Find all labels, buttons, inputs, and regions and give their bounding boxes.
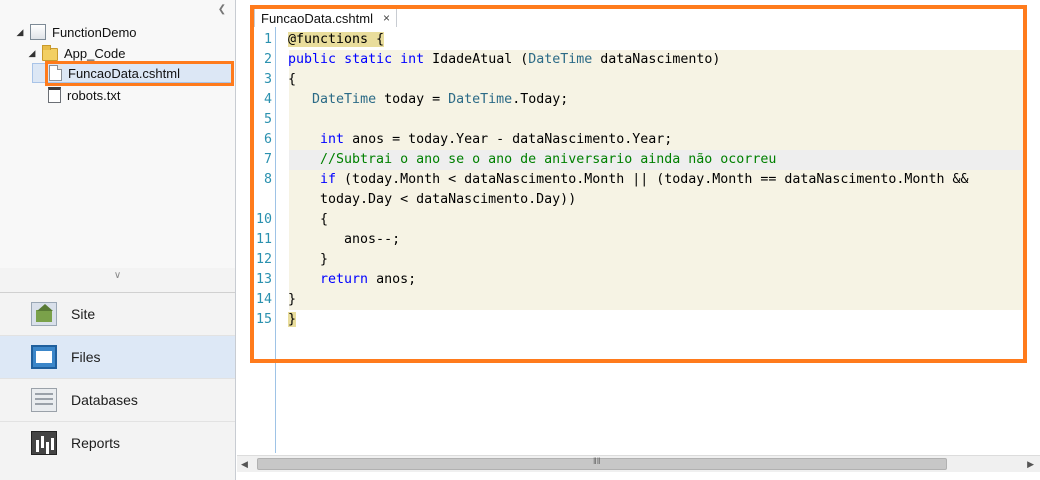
files-icon: [31, 345, 57, 369]
nav-label-reports: Reports: [71, 435, 121, 451]
tree-item-folder[interactable]: ◢ App_Code: [26, 43, 125, 63]
horizontal-scrollbar[interactable]: ◀ ‖‖ ▶: [237, 455, 1040, 472]
expanded-arrow-icon[interactable]: ◢: [14, 27, 26, 38]
reports-icon: [31, 431, 57, 455]
project-icon: [30, 24, 46, 40]
nav-label-files: Files: [71, 349, 101, 365]
tree-item-robots[interactable]: robots.txt: [32, 85, 120, 105]
grip-icon: ‖‖: [593, 456, 601, 466]
tree-label-project: FunctionDemo: [52, 24, 137, 40]
databases-icon: [31, 388, 57, 412]
nav-item-site[interactable]: Site: [0, 292, 235, 335]
tree-label-robots: robots.txt: [67, 87, 121, 103]
file-highlight-box: [45, 61, 234, 86]
folder-icon: [42, 44, 58, 61]
nav-item-databases[interactable]: Databases: [0, 378, 235, 421]
site-icon: [31, 302, 57, 326]
text-file-icon: [48, 87, 61, 103]
nav-label-databases: Databases: [71, 392, 138, 408]
tree-label-folder: App_Code: [64, 45, 126, 61]
nav-item-files[interactable]: Files: [0, 335, 235, 378]
tree-item-project[interactable]: ◢ FunctionDemo: [14, 22, 137, 42]
scrollbar-thumb[interactable]: ‖‖: [257, 456, 947, 470]
collapse-pane-icon[interactable]: ❮: [215, 4, 229, 18]
left-pane: ❮ ◢ FunctionDemo ◢ App_Code FuncaoData.c…: [0, 0, 236, 480]
file-tree: ❮ ◢ FunctionDemo ◢ App_Code FuncaoData.c…: [0, 0, 235, 268]
nav-item-reports[interactable]: Reports: [0, 421, 235, 464]
scroll-left-icon[interactable]: ◀: [241, 459, 248, 470]
nav-label-site: Site: [71, 306, 96, 322]
editor-highlight-box: [250, 5, 1027, 363]
expanded-arrow-icon[interactable]: ◢: [26, 48, 38, 59]
splitter-chevron-icon[interactable]: ∨: [0, 270, 235, 286]
workspace-nav: Site Files Databases Reports: [0, 292, 235, 464]
scroll-right-icon[interactable]: ▶: [1027, 459, 1034, 470]
